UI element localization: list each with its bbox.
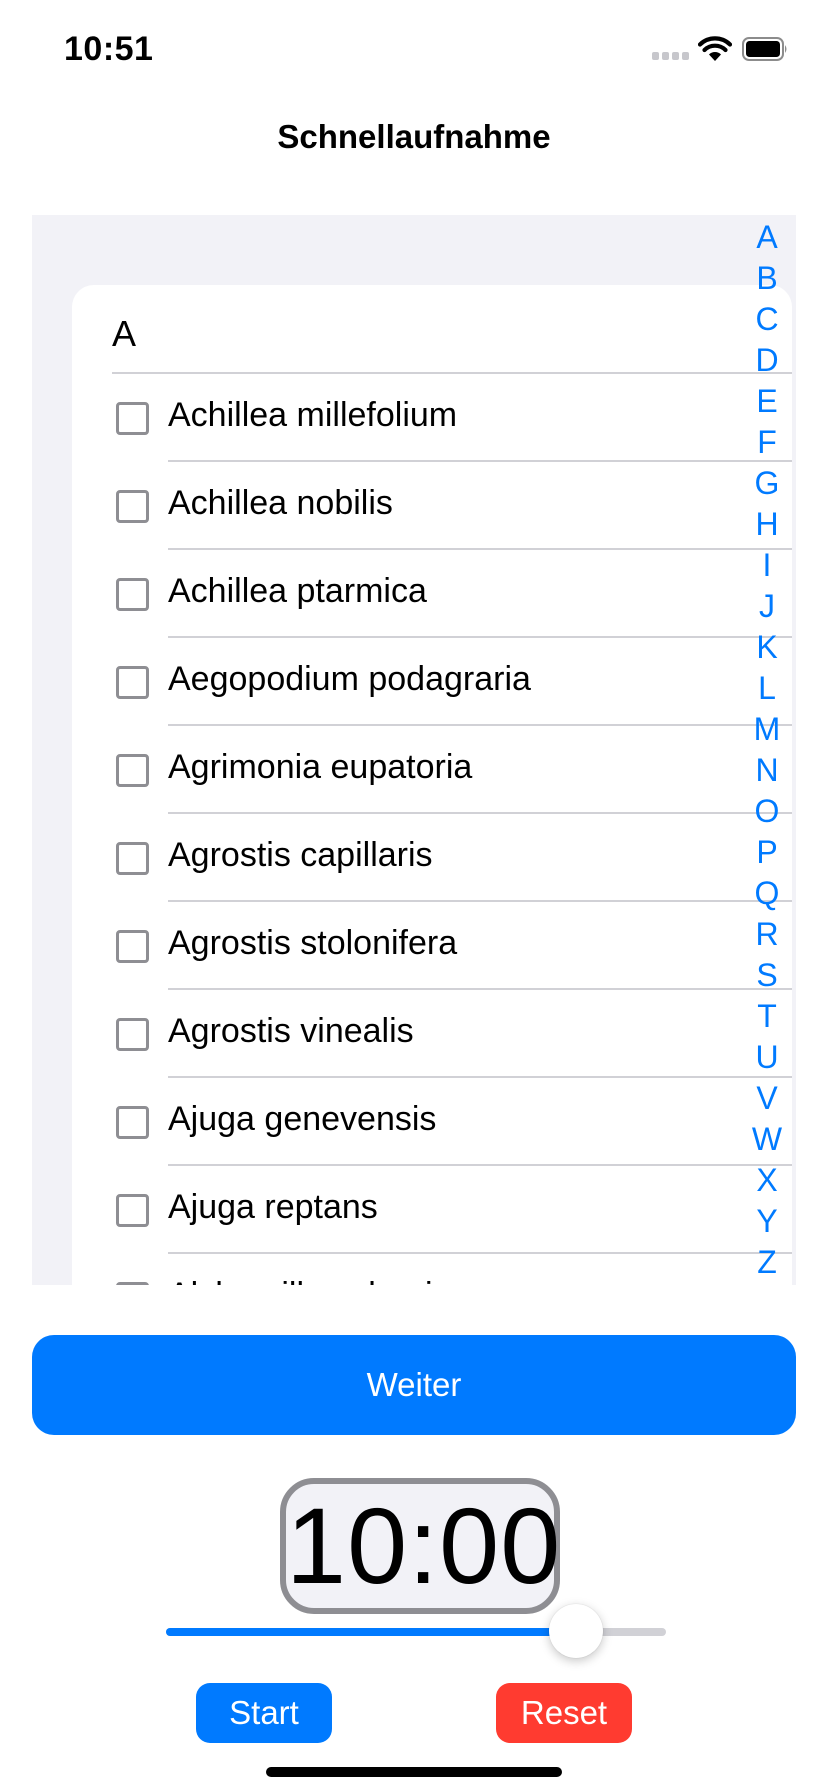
section-header: A <box>112 313 137 354</box>
index-letter[interactable]: H <box>742 504 792 545</box>
list-item-label: Agrostis stolonifera <box>168 924 458 962</box>
slider-thumb[interactable] <box>549 1604 603 1658</box>
index-letter[interactable]: W <box>742 1119 792 1160</box>
index-letter[interactable]: K <box>742 627 792 668</box>
index-letter[interactable]: E <box>742 381 792 422</box>
index-letter[interactable]: F <box>742 422 792 463</box>
list-item-label: Alchemilla vulgaris <box>168 1276 450 1285</box>
checkbox[interactable] <box>116 754 149 787</box>
page-title: Schnellaufnahme <box>277 118 551 155</box>
home-indicator <box>266 1767 562 1777</box>
list-item[interactable]: Alchemilla vulgaris <box>72 1254 792 1285</box>
index-letter[interactable]: C <box>742 299 792 340</box>
species-list-container[interactable]: A Achillea millefolium Achillea nobilis Ac… <box>32 215 796 1285</box>
index-letter[interactable]: B <box>742 258 792 299</box>
list-item-label: Agrostis vinealis <box>168 1012 414 1050</box>
list-item[interactable]: Achillea nobilis <box>72 462 792 550</box>
index-letter[interactable]: D <box>742 340 792 381</box>
list-item[interactable]: Agrostis vinealis <box>72 990 792 1078</box>
list-item[interactable]: Aegopodium podagraria <box>72 638 792 726</box>
checkbox[interactable] <box>116 930 149 963</box>
battery-icon <box>742 37 787 61</box>
checkbox[interactable] <box>116 1282 149 1285</box>
index-letter[interactable]: A <box>742 217 792 258</box>
checkbox[interactable] <box>116 842 149 875</box>
index-letter[interactable]: Q <box>742 873 792 914</box>
cellular-signal-icon <box>652 52 690 62</box>
start-button[interactable]: Start <box>196 1683 332 1743</box>
checkbox[interactable] <box>116 666 149 699</box>
list-item[interactable]: Agrostis capillaris <box>72 814 792 902</box>
list-item-label: Agrostis capillaris <box>168 836 433 874</box>
list-item-label: Agrimonia eupatoria <box>168 748 473 786</box>
timer-display: 10:00 <box>280 1478 560 1614</box>
index-letter[interactable]: G <box>742 463 792 504</box>
index-letter[interactable]: Z <box>742 1242 792 1283</box>
status-bar: 10:51 <box>0 0 828 100</box>
list-item[interactable]: Agrimonia eupatoria <box>72 726 792 814</box>
list-item-label: Achillea ptarmica <box>168 572 427 610</box>
wifi-icon <box>698 36 732 61</box>
index-letter[interactable]: P <box>742 832 792 873</box>
status-time: 10:51 <box>64 30 154 68</box>
list-item-label: Achillea millefolium <box>168 396 458 434</box>
checkbox[interactable] <box>116 1106 149 1139</box>
list-item[interactable]: Achillea millefolium <box>72 374 792 462</box>
checkbox[interactable] <box>116 578 149 611</box>
index-letter[interactable]: N <box>742 750 792 791</box>
list-item[interactable]: Agrostis stolonifera <box>72 902 792 990</box>
index-letter[interactable]: O <box>742 791 792 832</box>
list-item-label: Aegopodium podagraria <box>168 660 531 698</box>
list-item-label: Ajuga genevensis <box>168 1100 437 1138</box>
slider-fill <box>166 1628 576 1636</box>
species-list-card: A Achillea millefolium Achillea nobilis Ac… <box>72 285 792 1285</box>
index-letter[interactable]: L <box>742 668 792 709</box>
index-letter[interactable]: S <box>742 955 792 996</box>
list-item[interactable]: Ajuga reptans <box>72 1166 792 1254</box>
weiter-button[interactable]: Weiter <box>32 1335 796 1435</box>
checkbox[interactable] <box>116 490 149 523</box>
index-letter[interactable]: V <box>742 1078 792 1119</box>
index-letter[interactable]: Y <box>742 1201 792 1242</box>
list-item[interactable]: Achillea ptarmica <box>72 550 792 638</box>
index-letter[interactable]: T <box>742 996 792 1037</box>
index-letter[interactable]: R <box>742 914 792 955</box>
list-item-label: Ajuga reptans <box>168 1188 378 1226</box>
checkbox[interactable] <box>116 402 149 435</box>
checkbox[interactable] <box>116 1018 149 1051</box>
section-index-bar[interactable]: ABCDEFGHIJKLMNOPQRSTUVWXYZ <box>742 217 792 1283</box>
list-item[interactable]: Ajuga genevensis <box>72 1078 792 1166</box>
index-letter[interactable]: J <box>742 586 792 627</box>
list-item-label: Achillea nobilis <box>168 484 393 522</box>
index-letter[interactable]: I <box>742 545 792 586</box>
index-letter[interactable]: X <box>742 1160 792 1201</box>
reset-button[interactable]: Reset <box>496 1683 632 1743</box>
checkbox[interactable] <box>116 1194 149 1227</box>
index-letter[interactable]: M <box>742 709 792 750</box>
index-letter[interactable]: U <box>742 1037 792 1078</box>
timer-slider[interactable] <box>166 1604 666 1658</box>
